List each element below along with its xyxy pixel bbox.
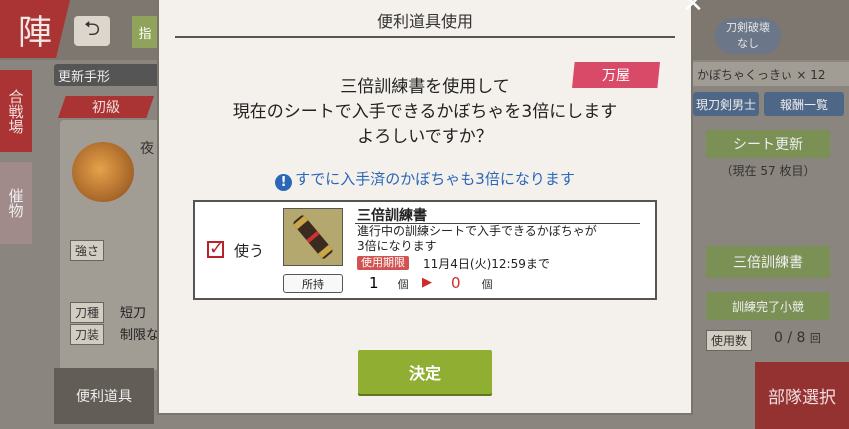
- night-label: 夜: [140, 141, 154, 157]
- back-button[interactable]: ⮌: [74, 16, 110, 46]
- use-label[interactable]: 使う: [234, 240, 264, 261]
- count-before-unit: 個: [397, 278, 409, 291]
- weapon-type-value: 短刀: [120, 306, 147, 321]
- return-arrow-icon: ⮌: [83, 16, 101, 40]
- no-breakage-badge: 刀剣破壊 なし: [715, 18, 781, 54]
- used-label: 使用数: [706, 330, 753, 351]
- used-count-value: 0 / 8: [774, 330, 806, 346]
- refresh-ticket-label: 更新手形: [54, 64, 162, 86]
- used-unit: 回: [809, 332, 821, 345]
- held-label: 所持: [283, 274, 343, 293]
- count-before: 1 個: [369, 273, 409, 292]
- period-badge: 使用期限: [357, 256, 409, 270]
- level-tab[interactable]: 初級: [58, 96, 154, 118]
- notice-text: すでに入手済のかぼちゃも3倍になります: [295, 170, 575, 188]
- strength-label: 強さ: [70, 240, 105, 261]
- count-after: 0 個: [451, 273, 493, 292]
- arrow-right-icon: ▶: [422, 275, 432, 290]
- used-count: 0 / 8 回: [774, 330, 821, 346]
- training-complete-button[interactable]: 訓練完了小競: [706, 292, 830, 320]
- rewards-button[interactable]: 報酬一覧: [764, 92, 844, 116]
- unit-select-button[interactable]: 部隊選択: [755, 362, 849, 429]
- notice: ! すでに入手済のかぼちゃも3倍になります: [157, 168, 693, 191]
- close-x-icon[interactable]: ✕: [678, 0, 708, 19]
- count-before-value: 1: [369, 274, 379, 292]
- item-description: 進行中の訓練シートで入手できるかぼちゃが 3倍になります: [357, 224, 647, 254]
- expiry-date: 11月4日(火)12:59まで: [423, 257, 550, 271]
- sheet-status: （現在 57 枚目）: [720, 164, 816, 178]
- convenient-items-label[interactable]: 便利道具: [54, 368, 154, 424]
- count-after-unit: 個: [481, 278, 493, 291]
- title-divider: [175, 36, 675, 38]
- equipment-value: 制限な: [120, 328, 160, 343]
- use-checkbox[interactable]: ✓: [207, 240, 224, 258]
- weapon-type-label: 刀種: [70, 302, 105, 323]
- side-tab-battle[interactable]: 合戦場: [0, 70, 32, 152]
- sheet-update-button[interactable]: シート更新: [706, 130, 830, 158]
- equipment-label: 刀装: [70, 324, 105, 345]
- item-description-line-1: 進行中の訓練シートで入手できるかぼちゃが: [357, 224, 597, 238]
- green-tab[interactable]: 指: [132, 16, 158, 48]
- triple-training-button[interactable]: 三倍訓練書: [706, 246, 830, 278]
- exclamation-info-icon: !: [275, 174, 293, 191]
- item-description-line-2: 3倍になります: [357, 239, 437, 253]
- item-name: 三倍訓練書: [357, 208, 427, 224]
- dialog-title: 便利道具使用: [376, 12, 473, 31]
- pumpkin-count: かぼちゃくっきぃ × 12: [693, 62, 849, 86]
- scroll-icon: [283, 208, 343, 266]
- confirm-button[interactable]: 決定: [358, 350, 492, 394]
- message-line-1: 三倍訓練書を使用して: [340, 77, 510, 97]
- side-tab-items[interactable]: 催物: [0, 162, 32, 244]
- pumpkin-image: [72, 142, 134, 202]
- count-after-value: 0: [451, 274, 461, 292]
- message-line-2: 現在のシートで入手できるかぼちゃを3倍にします: [232, 102, 618, 122]
- message-line-3: よろしいですか？: [357, 127, 493, 147]
- swords-button[interactable]: 現刀剣男士: [693, 92, 759, 116]
